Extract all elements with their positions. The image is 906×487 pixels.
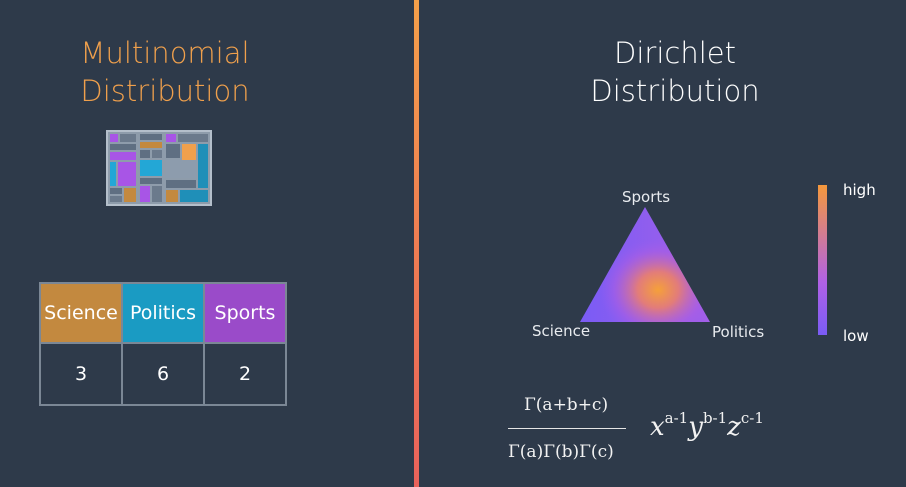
- multinomial-title: Multinomial Distribution: [80, 36, 250, 108]
- value-sports: 2: [203, 342, 287, 406]
- value-science: 3: [39, 342, 123, 406]
- colorbar-low-label: low: [843, 327, 869, 345]
- vertex-label-sports: Sports: [622, 188, 671, 206]
- dirichlet-simplex-triangle: [580, 207, 710, 322]
- colorbar-high-label: high: [843, 181, 876, 199]
- vertex-label-politics: Politics: [712, 323, 765, 341]
- document-mosaic-icon: [106, 130, 212, 206]
- topic-count-table: Science Politics Sports 3 6 2: [39, 282, 287, 406]
- formula-denominator: Γ(a)Γ(b)Γ(c): [508, 442, 614, 462]
- density-colorbar: [818, 185, 827, 335]
- dirichlet-title: Dirichlet Distribution: [590, 36, 760, 108]
- header-science: Science: [39, 282, 123, 344]
- header-politics: Politics: [121, 282, 205, 344]
- value-politics: 6: [121, 342, 205, 406]
- center-divider: [414, 0, 419, 487]
- formula-variables: xa-1yb-1zc-1: [650, 409, 764, 442]
- vertex-label-science: Science: [532, 322, 591, 340]
- fraction-bar: [508, 428, 626, 429]
- formula-numerator: Γ(a+b+c): [524, 395, 609, 415]
- header-sports: Sports: [203, 282, 287, 344]
